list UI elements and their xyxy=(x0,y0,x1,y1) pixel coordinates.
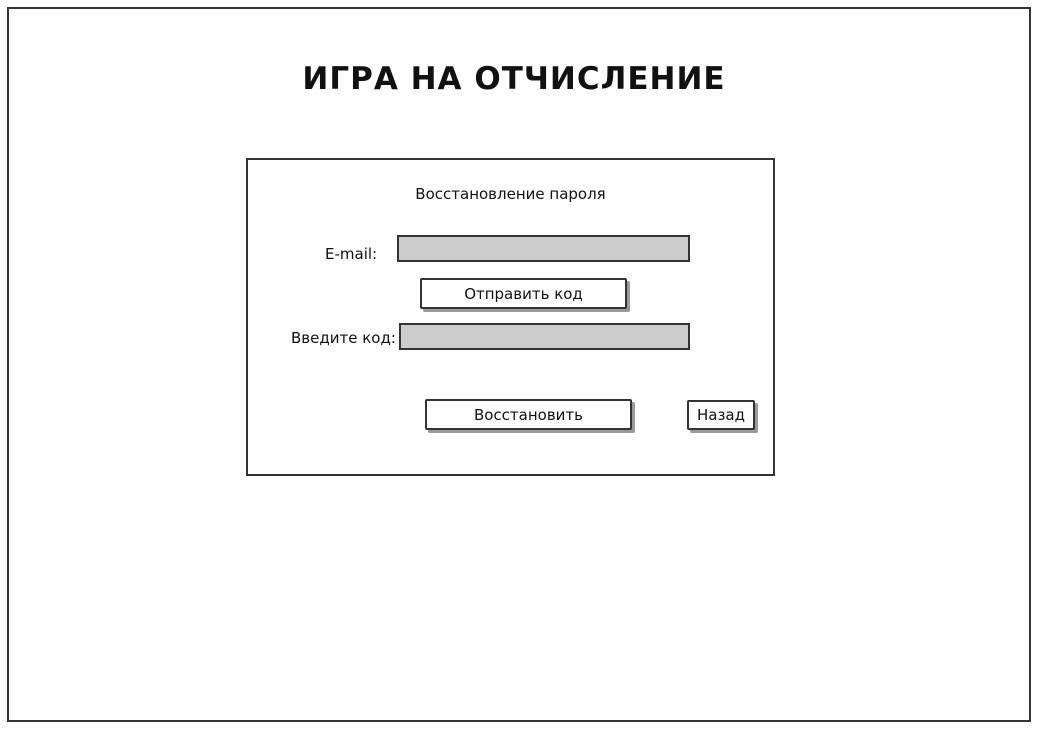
send-code-button[interactable]: Отправить код xyxy=(420,278,627,309)
restore-button[interactable]: Восстановить xyxy=(425,399,632,430)
code-label: Введите код: xyxy=(291,329,396,347)
panel-heading: Восстановление пароля xyxy=(415,185,606,203)
page-title: ИГРА НА ОТЧИСЛЕНИЕ xyxy=(302,61,726,97)
window-frame: ИГРА НА ОТЧИСЛЕНИЕ Восстановление пароля… xyxy=(7,7,1031,722)
code-input[interactable] xyxy=(399,323,690,350)
back-button[interactable]: Назад xyxy=(687,400,755,430)
password-recovery-panel: Восстановление пароля E-mail: Отправить … xyxy=(246,158,775,476)
email-input[interactable] xyxy=(397,235,690,262)
email-label: E-mail: xyxy=(325,245,378,263)
